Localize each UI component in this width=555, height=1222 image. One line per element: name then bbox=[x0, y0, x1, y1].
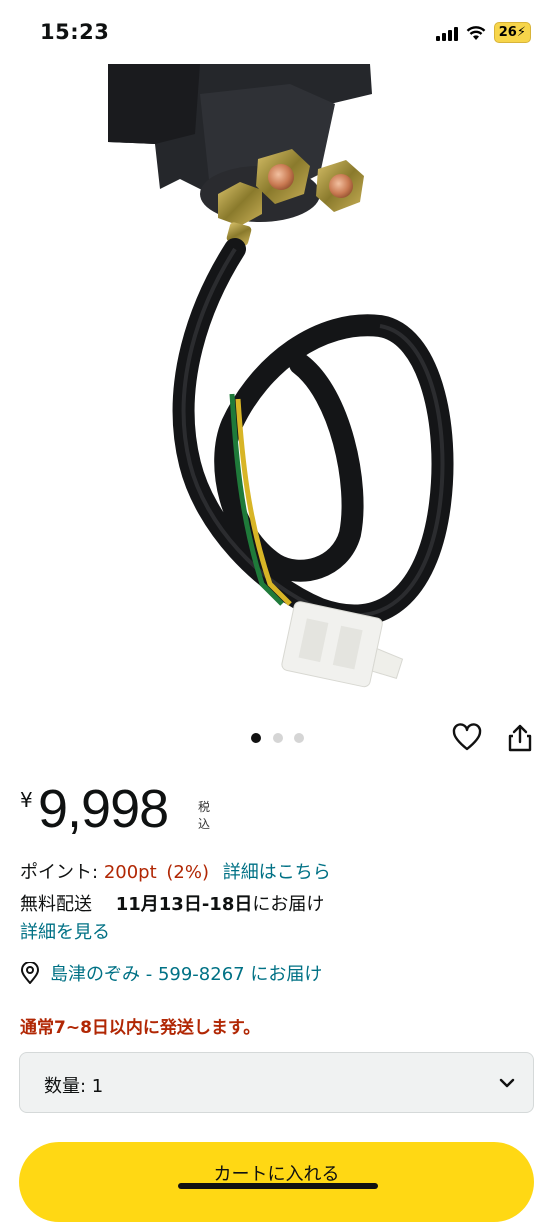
add-to-cart-button[interactable]: カートに入れる bbox=[19, 1142, 534, 1222]
quantity-label: 数量: 1 bbox=[44, 1076, 104, 1097]
carousel-dot[interactable] bbox=[251, 733, 261, 743]
delivery-location[interactable]: 島津のぞみ - 599-8267 にお届け bbox=[20, 960, 322, 986]
home-indicator bbox=[178, 1183, 378, 1189]
delivery-details-link[interactable]: 詳細を見る bbox=[20, 918, 110, 944]
price-value: 9,998 bbox=[38, 779, 169, 839]
quantity-select[interactable]: 数量: 1 bbox=[19, 1052, 534, 1113]
location-pin-icon bbox=[20, 962, 40, 984]
chevron-down-icon bbox=[499, 1078, 515, 1088]
battery-icon: 26⚡ bbox=[493, 22, 531, 43]
delivery-row: 無料配送 11月13日-18日にお届け bbox=[20, 890, 324, 916]
points-value: 200pt bbox=[103, 862, 157, 883]
product-image[interactable] bbox=[0, 64, 555, 714]
share-icon[interactable] bbox=[506, 722, 534, 754]
battery-level: 26 bbox=[498, 25, 517, 40]
location-text[interactable]: 島津のぞみ - 599-8267 にお届け bbox=[50, 960, 322, 986]
wifi-icon bbox=[466, 25, 486, 40]
status-bar: 15:23 26⚡ bbox=[0, 0, 555, 64]
points-row: ポイント: 200pt (2%) 詳細はこちら bbox=[20, 858, 331, 884]
carousel-dot[interactable] bbox=[273, 733, 283, 743]
delivery-dates: 11月13日-18日 bbox=[115, 894, 253, 915]
status-icons: 26⚡ bbox=[435, 22, 531, 43]
points-label: ポイント: bbox=[20, 862, 99, 883]
shipping-note: 通常7~8日以内に発送します。 bbox=[20, 1018, 261, 1038]
heart-icon[interactable] bbox=[451, 722, 483, 754]
carousel-dot[interactable] bbox=[294, 733, 304, 743]
delivery-suffix: にお届け bbox=[252, 894, 325, 915]
currency-symbol: ¥ bbox=[20, 788, 33, 812]
points-details-link[interactable]: 詳細はこちら bbox=[223, 862, 331, 883]
points-percent: (2%) bbox=[166, 862, 209, 883]
delivery-label: 無料配送 bbox=[20, 894, 92, 915]
signal-icon bbox=[435, 25, 458, 41]
status-time: 15:23 bbox=[40, 20, 110, 44]
tax-label: 税込 bbox=[198, 800, 211, 831]
